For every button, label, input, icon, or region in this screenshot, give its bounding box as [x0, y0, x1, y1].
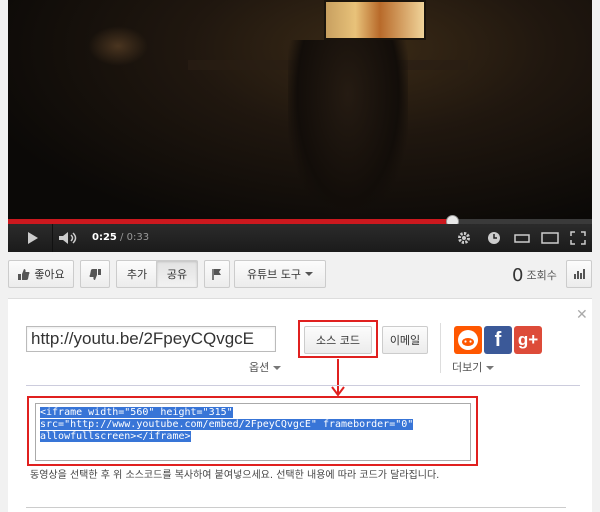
- view-count-label: 조회수: [526, 269, 557, 282]
- video-lamp-glow: [88, 26, 148, 66]
- thumbs-up-icon: [18, 268, 30, 280]
- fullscreen-icon: [570, 231, 586, 245]
- flag-icon: [212, 269, 221, 280]
- embed-code-textarea[interactable]: <iframe width="560" height="315" src="ht…: [35, 403, 471, 461]
- current-time: 0:25: [92, 232, 117, 243]
- add-to-button[interactable]: 추가: [116, 260, 158, 288]
- embed-code-line: <iframe width="560" height="315": [40, 407, 466, 419]
- chevron-down-icon: [305, 272, 314, 276]
- dislike-button[interactable]: [80, 260, 110, 288]
- video-person-silhouette: [288, 40, 408, 220]
- small-player-button[interactable]: [510, 224, 534, 252]
- flag-button[interactable]: [204, 260, 230, 288]
- clock-icon: [488, 232, 500, 244]
- facebook-icon[interactable]: f: [484, 326, 512, 354]
- arrow-down-icon: [331, 359, 345, 397]
- email-tab-label: 이메일: [389, 334, 421, 347]
- embed-code-text: allowfullscreen></iframe>: [40, 431, 191, 442]
- time-display: 0:25 / 0:33: [92, 232, 149, 243]
- video-frame[interactable]: [8, 0, 592, 220]
- options-dropdown[interactable]: 옵션: [249, 359, 281, 375]
- video-monitor: [324, 0, 426, 40]
- like-button[interactable]: 좋아요: [8, 260, 74, 288]
- volume-icon: [58, 232, 76, 244]
- gplus-glyph: g+: [517, 330, 539, 349]
- share-label: 공유: [166, 268, 188, 281]
- action-bar: 좋아요 추가 공유 유튜브 도구 0 조회수: [8, 260, 592, 290]
- add-label: 추가: [126, 268, 148, 281]
- share-panel: ✕ http://youtu.be/2FpeyCQvgcE 옵션 소스 코드 이…: [8, 298, 592, 512]
- tools-label: 유튜브 도구: [246, 268, 302, 281]
- chevron-down-icon: [272, 366, 281, 370]
- thumbs-down-icon: [89, 268, 101, 280]
- google-plus-icon[interactable]: g+: [514, 326, 542, 354]
- view-count: 0 조회수: [512, 265, 557, 286]
- reddit-icon[interactable]: [454, 326, 482, 354]
- watch-later-button[interactable]: [482, 224, 506, 252]
- time-separator: /: [116, 232, 127, 243]
- embed-code-text: <iframe width="560" height="315": [40, 407, 233, 418]
- youtube-tools-button[interactable]: 유튜브 도구: [234, 260, 326, 288]
- options-label: 옵션: [249, 361, 270, 374]
- bottom-divider: [26, 507, 566, 508]
- stats-button[interactable]: [566, 260, 592, 288]
- embed-tab-label: 소스 코드: [316, 334, 360, 347]
- embed-code-line: src="http://www.youtube.com/embed/2FpeyC…: [40, 419, 466, 431]
- more-label: 더보기: [452, 361, 483, 374]
- panel-divider: [26, 385, 580, 386]
- share-url-input[interactable]: http://youtu.be/2FpeyCQvgcE: [26, 326, 276, 352]
- player-controls: 0:25 / 0:33: [8, 224, 592, 252]
- settings-button[interactable]: [452, 224, 476, 252]
- embed-code-text: src="http://www.youtube.com/embed/2FpeyC…: [40, 419, 414, 430]
- email-button[interactable]: 이메일: [382, 326, 428, 354]
- separator: [440, 323, 441, 373]
- close-icon[interactable]: ✕: [576, 307, 588, 323]
- chevron-down-icon: [485, 366, 494, 370]
- more-dropdown[interactable]: 더보기: [452, 359, 494, 375]
- share-button[interactable]: 공유: [156, 260, 198, 288]
- fullscreen-button[interactable]: [566, 224, 590, 252]
- play-icon: [28, 232, 38, 244]
- bar-chart-icon: [574, 269, 585, 279]
- play-button[interactable]: [22, 224, 44, 252]
- duration: 0:33: [126, 232, 150, 243]
- large-player-icon: [541, 232, 559, 244]
- volume-button[interactable]: [52, 224, 82, 252]
- small-player-icon: [514, 234, 530, 243]
- embed-code-button[interactable]: 소스 코드: [304, 326, 372, 354]
- gear-icon: [458, 232, 470, 244]
- embed-help-text: 동영상을 선택한 후 위 소스코드를 복사하여 붙여넣으세요. 선택한 내용에 …: [30, 470, 440, 481]
- reddit-alien-icon: [458, 330, 478, 350]
- embed-code-line: allowfullscreen></iframe>: [40, 431, 466, 443]
- view-count-number: 0: [512, 265, 524, 286]
- like-label: 좋아요: [34, 268, 65, 281]
- large-player-button[interactable]: [538, 224, 562, 252]
- facebook-glyph: f: [494, 328, 502, 351]
